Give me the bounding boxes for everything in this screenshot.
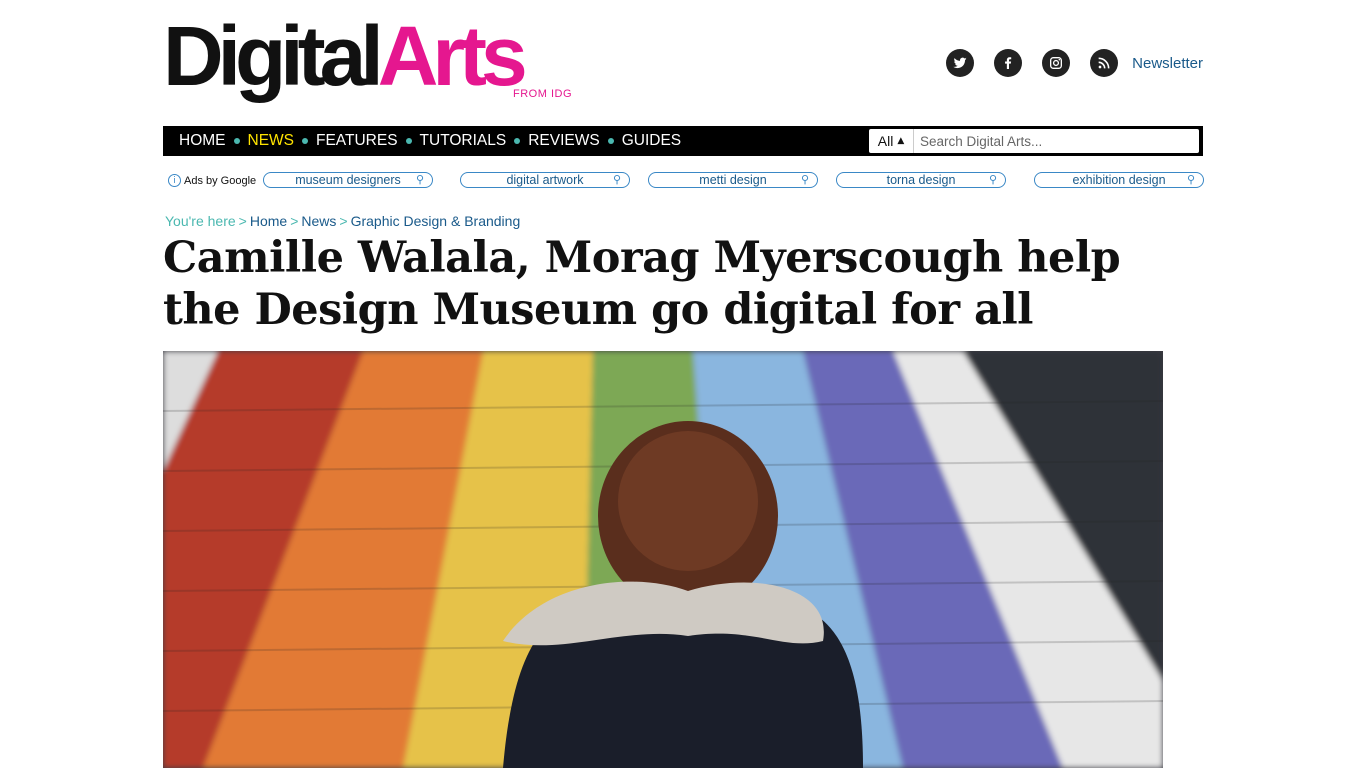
breadcrumb-news[interactable]: News xyxy=(301,213,336,229)
nav-reviews[interactable]: REVIEWS xyxy=(520,132,607,150)
search-icon: ⚲ xyxy=(1186,173,1195,186)
ad-pill-metti-design[interactable]: metti design ⚲ xyxy=(648,172,818,188)
site-logo[interactable]: DigitalArts FROM IDG xyxy=(163,6,593,106)
search-icon: ⚲ xyxy=(988,173,997,186)
breadcrumb: You're here > Home > News > Graphic Design & B… xyxy=(165,213,521,229)
search-icon: ⚲ xyxy=(612,173,621,186)
ad-links-bar: i Ads by Google museum designers ⚲ digital… xyxy=(163,171,1204,189)
search-icon: ⚲ xyxy=(415,173,424,186)
nav-features[interactable]: FEATURES xyxy=(308,132,406,150)
search-input[interactable] xyxy=(914,129,1192,153)
ad-pill-torna-design[interactable]: torna design ⚲ xyxy=(836,172,1006,188)
info-icon: i xyxy=(168,174,181,187)
nav-guides[interactable]: GUIDES xyxy=(614,132,689,150)
search-box: All ▲ xyxy=(869,129,1199,153)
search-icon: ⚲ xyxy=(800,173,809,186)
social-links: Newsletter xyxy=(946,48,1203,78)
hero-image xyxy=(163,351,1163,768)
nav-news[interactable]: NEWS xyxy=(240,132,303,150)
nav-tutorials[interactable]: TUTORIALS xyxy=(412,132,515,150)
article-title: Camille Walala, Morag Myerscough help th… xyxy=(163,233,1121,335)
twitter-icon[interactable] xyxy=(946,49,975,77)
updown-arrow-icon: ▲ xyxy=(897,136,905,146)
logo-wordmark: DigitalArts xyxy=(163,9,528,103)
breadcrumb-category[interactable]: Graphic Design & Branding xyxy=(351,213,521,229)
breadcrumb-home[interactable]: Home xyxy=(250,213,287,229)
breadcrumb-prefix: You're here xyxy=(165,213,236,229)
rss-icon[interactable] xyxy=(1090,49,1119,77)
ad-pill-exhibition-design[interactable]: exhibition design ⚲ xyxy=(1034,172,1204,188)
ad-pill-digital-artwork[interactable]: digital artwork ⚲ xyxy=(460,172,630,188)
instagram-icon[interactable] xyxy=(1042,49,1071,77)
logo-subtitle: FROM IDG xyxy=(513,88,572,100)
nav-home[interactable]: HOME xyxy=(163,132,234,150)
ad-pill-museum-designers[interactable]: museum designers ⚲ xyxy=(263,172,433,188)
main-nav: HOME NEWS FEATURES TUTORIALS REVIEWS GUI… xyxy=(163,126,1203,156)
facebook-icon[interactable] xyxy=(994,49,1023,77)
ads-by-google[interactable]: i Ads by Google xyxy=(168,174,256,187)
search-scope-select[interactable]: All ▲ xyxy=(869,129,914,153)
newsletter-link[interactable]: Newsletter xyxy=(1132,55,1203,72)
